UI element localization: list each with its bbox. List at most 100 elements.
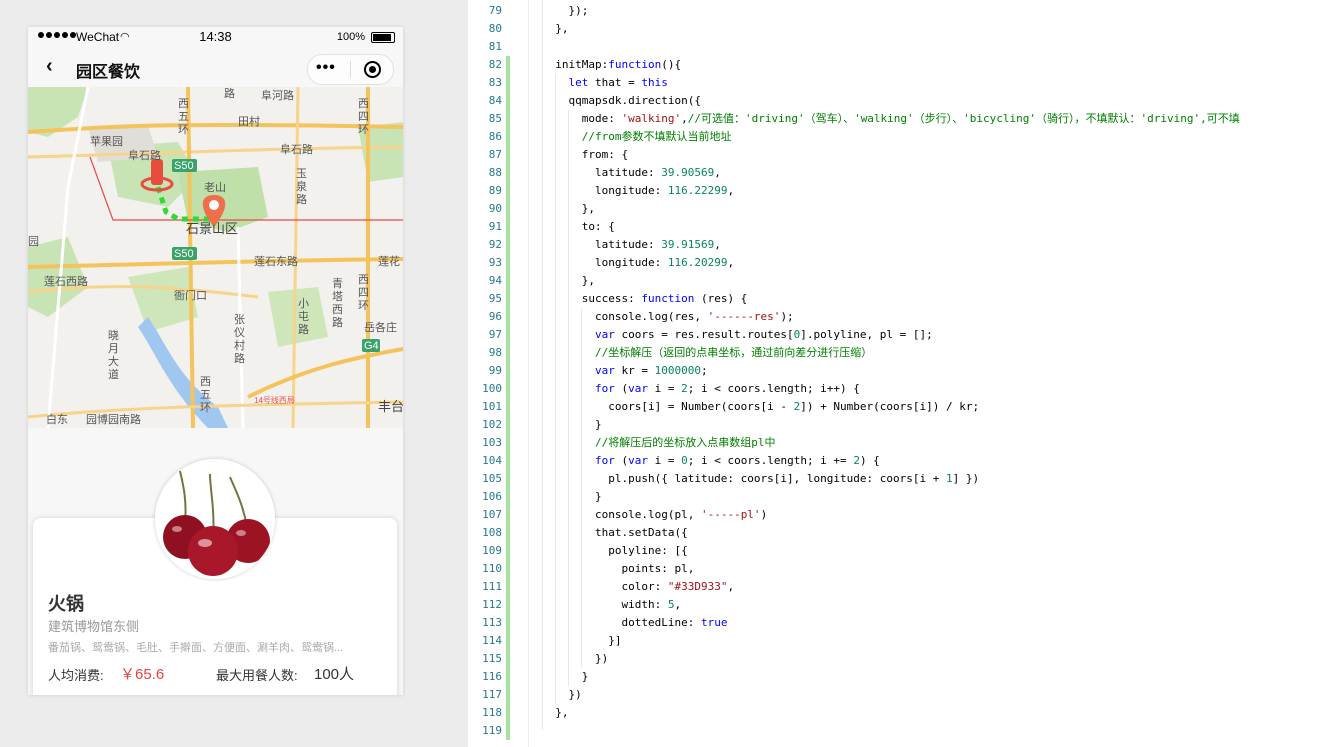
code-line[interactable]: 82 initMap:function(){	[468, 56, 1331, 74]
code-line[interactable]: 88 latitude: 39.90569,	[468, 164, 1331, 182]
code-line[interactable]: 100 for (var i = 2; i < coors.length; i+…	[468, 380, 1331, 398]
code-line[interactable]: 107 console.log(pl, '-----pl')	[468, 506, 1331, 524]
code-line[interactable]: 101 coors[i] = Number(coors[i - 2]) + Nu…	[468, 398, 1331, 416]
page-title: 园区餐饮	[76, 64, 141, 81]
code-line[interactable]: 106 }	[468, 488, 1331, 506]
code-line[interactable]: 87 from: {	[468, 146, 1331, 164]
code-line[interactable]: 99 var kr = 1000000;	[468, 362, 1331, 380]
map-label: 路	[224, 87, 235, 100]
code-text: to: {	[542, 220, 615, 233]
code-line[interactable]: 104 for (var i = 0; i < coors.length; i …	[468, 452, 1331, 470]
line-number: 109	[482, 544, 502, 557]
code-line[interactable]: 89 longitude: 116.22299,	[468, 182, 1331, 200]
code-line[interactable]: 80 },	[468, 20, 1331, 38]
line-number: 111	[482, 580, 502, 593]
target-circle-icon[interactable]	[364, 61, 381, 78]
map-label: 田村	[238, 114, 260, 128]
cherry-highlight	[198, 539, 212, 547]
code-line[interactable]: 111 color: "#33D933",	[468, 578, 1331, 596]
capacity-value: 100人	[314, 666, 355, 683]
code-text: success: function (res) {	[542, 292, 748, 305]
code-line[interactable]: 116 }	[468, 668, 1331, 686]
line-number: 107	[482, 508, 502, 521]
line-number: 105	[482, 472, 502, 485]
code-text: var coors = res.result.routes[0].polylin…	[594, 328, 933, 341]
code-text: },	[542, 202, 595, 215]
code-text: mode: 'walking',//可选值：'driving'（驾车）、'wal…	[542, 112, 1240, 125]
map-label: 西五环	[200, 376, 211, 414]
line-number: 116	[482, 670, 502, 683]
code-text: for (var i = 0; i < coors.length; i += 2…	[594, 454, 880, 467]
map-view[interactable]: 路阜河路西五环田村西四环苹果园阜石路S50阜石路玉泉路老山石景山区园S50莲石东…	[28, 87, 403, 428]
map-label: S50	[174, 248, 194, 260]
code-line[interactable]: 117 })	[468, 686, 1331, 704]
code-line[interactable]: 96 console.log(res, '------res');	[468, 308, 1331, 326]
code-line[interactable]: 112 width: 5,	[468, 596, 1331, 614]
code-text: from: {	[542, 148, 629, 161]
code-text: console.log(res, '------res');	[542, 310, 794, 323]
line-number: 113	[482, 616, 502, 629]
code-text: latitude: 39.90569,	[542, 166, 721, 179]
line-number: 99	[488, 364, 502, 377]
code-line[interactable]: 110 points: pl,	[468, 560, 1331, 578]
code-line[interactable]: 93 longitude: 116.20299,	[468, 254, 1331, 272]
destination-marker-dot	[209, 200, 219, 210]
more-dots-icon[interactable]: •••	[316, 59, 336, 77]
code-line[interactable]: 91 to: {	[468, 218, 1331, 236]
line-number: 84	[488, 94, 502, 107]
code-text: var kr = 1000000;	[594, 364, 708, 377]
code-line[interactable]: 114 }]	[468, 632, 1331, 650]
code-line[interactable]: 95 success: function (res) {	[468, 290, 1331, 308]
code-text: dottedLine: true	[542, 616, 728, 629]
code-text: })	[542, 688, 582, 701]
map-label: 衙门口	[174, 288, 207, 302]
code-line[interactable]: 108 that.setData({	[468, 524, 1331, 542]
code-line[interactable]: 90 },	[468, 200, 1331, 218]
code-line[interactable]: 83 let that = this	[468, 74, 1331, 92]
code-line[interactable]: 86 //from参数不填默认当前地址	[468, 128, 1331, 146]
code-line[interactable]: 84 qqmapsdk.direction({	[468, 92, 1331, 110]
code-editor[interactable]: 79 }); 80 }, 81 82 initMap:function(){83 le…	[468, 0, 1331, 747]
line-number: 94	[488, 274, 502, 287]
code-line[interactable]: 97 var coors = res.result.routes[0].poly…	[468, 326, 1331, 344]
start-marker-icon[interactable]	[151, 159, 163, 185]
map-label: 丰台	[378, 399, 403, 414]
map-label: 阜石路	[128, 149, 161, 162]
map-background	[28, 87, 403, 428]
code-line[interactable]: 81	[468, 38, 1331, 56]
map-label: 石景山区	[186, 221, 238, 236]
code-line[interactable]: 92 latitude: 39.91569,	[468, 236, 1331, 254]
code-line[interactable]: 79 });	[468, 2, 1331, 20]
line-number: 106	[482, 490, 502, 503]
chevron-left-icon[interactable]: ‹	[46, 55, 53, 78]
code-line[interactable]: 113 dottedLine: true	[468, 614, 1331, 632]
code-text: },	[542, 274, 595, 287]
restaurant-menu: 番茄锅、鸳鸯锅、毛肚、手擀面、方便面、涮羊肉、鸳鸯锅...	[48, 642, 344, 654]
code-line[interactable]: 115 })	[468, 650, 1331, 668]
cherry-fruit	[188, 526, 238, 576]
code-line[interactable]: 119	[468, 722, 1331, 740]
code-line[interactable]: 118 },	[468, 704, 1331, 722]
code-text: coors[i] = Number(coors[i - 2]) + Number…	[542, 400, 980, 413]
map-label: 阜河路	[261, 89, 294, 102]
cherry-image	[155, 459, 275, 579]
battery-icon	[371, 32, 395, 43]
code-line[interactable]: 85 mode: 'walking',//可选值：'driving'（驾车）、'…	[468, 110, 1331, 128]
map-label: S50	[174, 160, 194, 172]
restaurant-name: 火锅	[48, 594, 84, 614]
code-text: longitude: 116.22299,	[542, 184, 735, 197]
code-line[interactable]: 109 polyline: [{	[468, 542, 1331, 560]
map-label: 岳各庄	[364, 320, 397, 334]
code-text: initMap:function(){	[542, 58, 682, 71]
code-line[interactable]: 105 pl.push({ latitude: coors[i], longit…	[468, 470, 1331, 488]
code-line[interactable]: 98 //坐标解压（返回的点串坐标，通过前向差分进行压缩）	[468, 344, 1331, 362]
capacity-label: 最大用餐人数:	[216, 668, 298, 683]
line-number: 100	[482, 382, 502, 395]
price-label: 人均消费:	[48, 668, 104, 683]
code-line[interactable]: 102 }	[468, 416, 1331, 434]
map-label: 玉泉路	[296, 168, 307, 206]
line-number: 81	[488, 40, 502, 53]
code-line[interactable]: 103 //将解压后的坐标放入点串数组pl中	[468, 434, 1331, 452]
code-text: }	[542, 418, 602, 431]
code-line[interactable]: 94 },	[468, 272, 1331, 290]
